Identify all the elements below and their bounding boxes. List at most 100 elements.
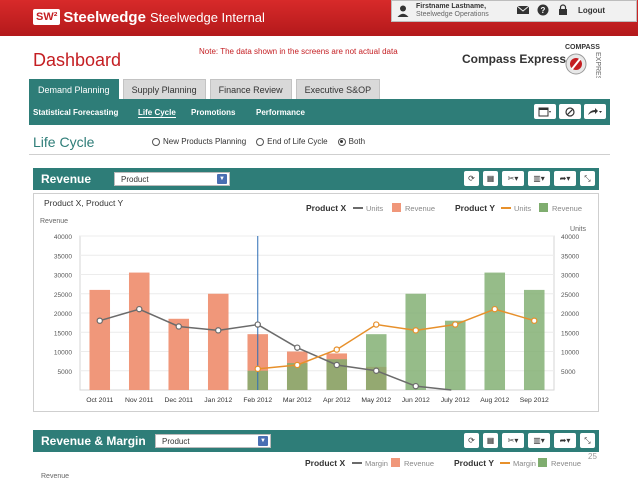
x-tick-label: July 2012 — [441, 397, 470, 404]
mail-icon[interactable] — [516, 4, 530, 16]
subnav-promotions[interactable]: Promotions — [191, 108, 235, 117]
share-button[interactable] — [584, 104, 606, 119]
point-product-x-4[interactable] — [254, 321, 261, 328]
subnav-statistical-forecasting[interactable]: Statistical Forecasting — [33, 108, 118, 117]
legend-group-x: Product X — [305, 458, 345, 468]
refresh-button[interactable]: ⟳ — [464, 171, 479, 186]
tools-button[interactable]: ✂▾ — [502, 171, 524, 186]
bar-product-y-8[interactable] — [405, 293, 427, 390]
bar-product-y-9[interactable] — [444, 320, 466, 390]
radio-circle-icon — [256, 137, 265, 146]
logout-link[interactable]: Logout — [578, 6, 605, 15]
point-product-x-0[interactable] — [96, 317, 103, 324]
table-view-button[interactable]: ▦ — [483, 433, 498, 448]
chart-type-button[interactable]: ▥▾ — [528, 171, 550, 186]
radio-circle-icon — [152, 137, 160, 146]
bar-product-x-3[interactable] — [207, 293, 229, 390]
margin-product-select[interactable]: Product ▼ — [155, 434, 271, 448]
main-tabs: Demand Planning Supply Planning Finance Re… — [29, 79, 384, 99]
tools-button[interactable]: ✂▾ — [502, 433, 524, 448]
user-name: Firstname Lastname, — [416, 3, 487, 10]
radio-new-products-planning[interactable]: New Products Planning — [152, 137, 246, 146]
expand-icon: ⤡ — [584, 173, 591, 183]
legend-y-line-label: Margin — [513, 459, 536, 468]
point-product-y-6[interactable] — [491, 305, 498, 313]
calendar-button[interactable] — [534, 104, 556, 119]
table-view-button[interactable]: ▦ — [483, 171, 498, 186]
tab-finance-review[interactable]: Finance Review — [209, 79, 292, 99]
legend-group-y: Product Y — [455, 203, 495, 213]
y2-tick-label: 15000 — [561, 330, 579, 337]
subnav-life-cycle[interactable]: Life Cycle — [138, 108, 176, 118]
radio-circle-icon — [337, 137, 346, 146]
margin-panel-header: Revenue & Margin Product ▼ ⟳ ▦ ✂▾ ▥▾ ➦▾ … — [33, 430, 599, 452]
legend-group-y: Product Y — [454, 458, 494, 468]
point-product-x-2[interactable] — [175, 323, 182, 330]
user-icon — [397, 5, 409, 17]
point-product-y-1[interactable] — [294, 361, 301, 369]
share-arrow-icon: ➦▾ — [559, 436, 571, 445]
point-product-y-5[interactable] — [452, 321, 459, 328]
y-axis-title: Revenue — [40, 218, 68, 225]
point-product-x-7[interactable] — [373, 367, 380, 374]
bar-product-y-10[interactable] — [484, 272, 506, 390]
point-product-x-5[interactable] — [294, 344, 301, 351]
radio-label: End of Life Cycle — [267, 137, 328, 146]
y2-tick-label: 40000 — [561, 234, 579, 241]
point-product-x-8[interactable] — [412, 382, 419, 390]
legend-x-bar-label: Revenue — [405, 204, 435, 213]
help-icon[interactable]: ? — [536, 4, 550, 16]
expand-button[interactable]: ⤡ — [580, 171, 595, 186]
no-entry-button[interactable] — [559, 104, 581, 119]
top-bar: SW² Steelwedge Steelwedge Internal First… — [0, 0, 638, 36]
divider — [29, 154, 610, 155]
line-product-x-units — [99, 308, 452, 391]
y2-tick-label: 25000 — [561, 292, 579, 299]
share-arrow-icon: ➦▾ — [559, 174, 571, 183]
bar-product-x-1[interactable] — [128, 272, 150, 390]
page-title: Dashboard — [33, 50, 122, 70]
y-tick-label: 20000 — [54, 311, 72, 318]
revenue-product-select[interactable]: Product ▼ — [114, 172, 230, 186]
margin-product-select-value: Product — [162, 436, 190, 446]
chart-type-button[interactable]: ▥▾ — [528, 433, 550, 448]
revenue-chart-panel: Product X, Product Y Product X Units Revenu… — [33, 193, 599, 412]
radio-both[interactable]: Both — [337, 137, 365, 146]
point-product-x-1[interactable] — [136, 305, 143, 313]
y-tick-label: 40000 — [54, 234, 72, 241]
bar-chart-icon: ▥▾ — [533, 436, 545, 445]
point-product-y-2[interactable] — [333, 346, 340, 353]
legend-y-bar-label: Revenue — [551, 459, 581, 468]
bar-product-x-0[interactable] — [89, 289, 111, 390]
tab-supply-planning[interactable]: Supply Planning — [122, 79, 206, 99]
point-product-y-7[interactable] — [531, 317, 538, 324]
expand-button[interactable]: ⤡ — [580, 433, 595, 448]
radio-end-of-life-cycle[interactable]: End of Life Cycle — [256, 137, 328, 146]
bar-product-y-11[interactable] — [523, 289, 545, 390]
point-product-y-4[interactable] — [412, 327, 419, 334]
export-button[interactable]: ➦▾ — [554, 433, 576, 448]
tab-demand-planning[interactable]: Demand Planning — [29, 79, 119, 99]
bar-product-y-7[interactable] — [365, 334, 387, 390]
export-button[interactable]: ➦▾ — [554, 171, 576, 186]
subnav-performance[interactable]: Performance — [256, 108, 305, 117]
y-tick-label: 25000 — [54, 292, 72, 299]
y-tick-label: 15000 — [54, 330, 72, 337]
margin-y-axis-title: Revenue — [41, 473, 69, 479]
point-product-x-6[interactable] — [333, 361, 340, 369]
refresh-button[interactable]: ⟳ — [464, 433, 479, 448]
life-cycle-options: New Products Planning End of Life Cycle Bo… — [152, 137, 365, 146]
expand-icon: ⤡ — [584, 435, 591, 445]
tab-executive-s-op[interactable]: Executive S&OP — [295, 79, 381, 99]
point-product-y-3[interactable] — [373, 321, 380, 328]
chart-title: Product X, Product Y — [44, 198, 124, 208]
legend-x-bar-label: Revenue — [404, 459, 434, 468]
product-name: Compass Express — [462, 52, 567, 66]
y2-tick-label: 20000 — [561, 311, 579, 318]
bar-chart-icon: ▥▾ — [533, 174, 545, 183]
radio-label: New Products Planning — [163, 137, 247, 146]
app-name: Steelwedge Internal — [150, 10, 265, 25]
point-product-y-0[interactable] — [254, 365, 261, 373]
y-tick-label: 35000 — [54, 253, 72, 260]
point-product-x-3[interactable] — [215, 327, 222, 334]
